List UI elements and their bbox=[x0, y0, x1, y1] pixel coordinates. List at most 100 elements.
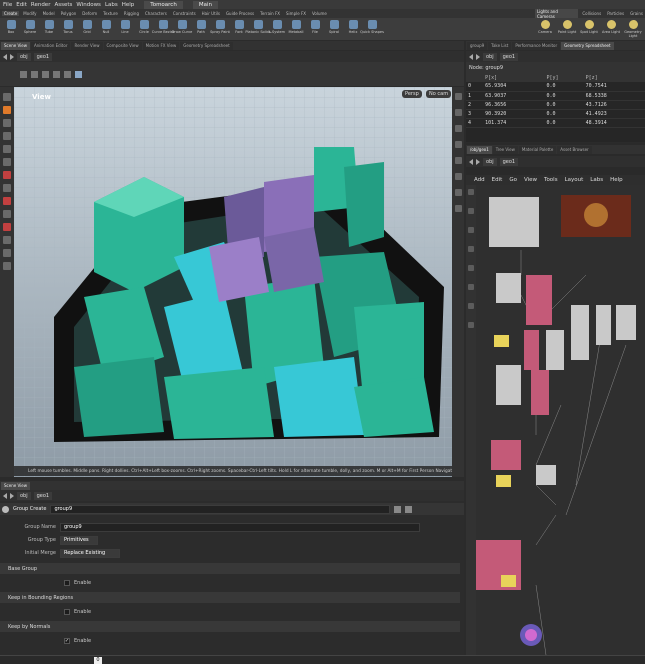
group-name-field[interactable]: group9 bbox=[60, 522, 420, 532]
shelf-tool-quick-shapes[interactable]: Quick Shapes bbox=[360, 20, 384, 34]
select-mode-icon[interactable] bbox=[31, 70, 38, 78]
shelf-tool-file[interactable]: File bbox=[306, 20, 324, 34]
shelf-tool-draw-curve[interactable]: Draw Curve bbox=[172, 20, 192, 34]
pose-tool-icon[interactable] bbox=[3, 184, 11, 192]
section-base-group[interactable]: Base Group bbox=[0, 563, 460, 574]
snap-icon[interactable] bbox=[20, 70, 27, 78]
tab-performance-monitor[interactable]: Performance Monitor bbox=[512, 41, 561, 50]
display-toggle-icon[interactable] bbox=[454, 93, 462, 100]
path-obj[interactable]: obj bbox=[17, 491, 31, 500]
shelf-tab-simple-fx[interactable]: Simple FX bbox=[284, 11, 308, 16]
section-keep-bounding[interactable]: Keep in Bounding Regions bbox=[0, 592, 460, 603]
shelf-tool-geometry-light[interactable]: Geometry Light bbox=[623, 20, 643, 38]
back-arrow-icon[interactable] bbox=[3, 492, 7, 499]
path-obj[interactable]: obj bbox=[17, 52, 31, 61]
bypass-icon[interactable] bbox=[468, 227, 474, 233]
shelf-tool-spiral[interactable]: Spiral bbox=[325, 20, 343, 34]
shelf-tab-deform[interactable]: Deform bbox=[80, 11, 99, 16]
path-geo[interactable]: geo1 bbox=[33, 52, 53, 61]
network-menu-edit[interactable]: Edit bbox=[492, 177, 503, 183]
orient-tool-icon[interactable] bbox=[3, 236, 11, 244]
frame-indicator[interactable]: 0 bbox=[94, 657, 102, 664]
brush-tool-icon[interactable] bbox=[3, 210, 11, 218]
tab-material-palette[interactable]: Material Palette bbox=[518, 145, 557, 154]
node-box[interactable] bbox=[536, 465, 556, 485]
shelf-tab-lights-and-cameras[interactable]: Lights and Cameras bbox=[535, 8, 579, 19]
select-tool-icon[interactable] bbox=[3, 93, 11, 101]
network-menu-add[interactable]: Add bbox=[474, 177, 485, 183]
forward-arrow-icon[interactable] bbox=[476, 53, 480, 60]
initial-merge-select[interactable]: Replace Existing bbox=[60, 548, 120, 558]
back-arrow-icon[interactable] bbox=[469, 53, 473, 60]
shelf-tab-polygon[interactable]: Polygon bbox=[59, 11, 79, 16]
path-geo[interactable]: geo1 bbox=[499, 157, 519, 166]
display-node-icon[interactable] bbox=[468, 284, 474, 290]
shelf-tab-terrain-fx[interactable]: Terrain FX bbox=[258, 11, 282, 16]
path-geo[interactable]: geo1 bbox=[33, 491, 53, 500]
shelf-tool-area-light[interactable]: Area Light bbox=[601, 20, 621, 38]
tab-take-list[interactable]: Take List bbox=[488, 41, 512, 50]
3d-viewport[interactable]: View Persp No cam bbox=[14, 87, 452, 477]
shading-icon[interactable] bbox=[454, 109, 462, 116]
shelf-tool-sphere[interactable]: Sphere bbox=[21, 20, 39, 34]
node-box[interactable] bbox=[596, 305, 611, 345]
network-canvas[interactable] bbox=[476, 185, 645, 656]
ghost-icon[interactable] bbox=[454, 141, 462, 148]
guides-icon[interactable] bbox=[454, 173, 462, 180]
menu-assets[interactable]: Assets bbox=[54, 2, 72, 8]
network-menu-labs[interactable]: Labs bbox=[590, 177, 603, 183]
menu-help[interactable]: Help bbox=[122, 2, 135, 8]
points-icon[interactable] bbox=[42, 70, 49, 78]
base-group-enable-checkbox[interactable] bbox=[64, 580, 70, 586]
snap-grid-icon[interactable] bbox=[3, 197, 11, 205]
shelf-tool-point-light[interactable]: Point Light bbox=[557, 20, 577, 38]
grid-tool-icon[interactable] bbox=[3, 249, 11, 257]
tab-animation-editor[interactable]: Animation Editor bbox=[30, 41, 71, 50]
shelf-tool-spot-light[interactable]: Spot Light bbox=[579, 20, 599, 38]
shelf-tool-metaball[interactable]: Metaball bbox=[287, 20, 305, 34]
menu-edit[interactable]: Edit bbox=[16, 2, 27, 8]
section-keep-normals[interactable]: Keep by Normals bbox=[0, 621, 460, 632]
tab-scene-view[interactable]: Scene View bbox=[1, 481, 30, 490]
persp-menu[interactable]: Persp bbox=[402, 90, 422, 98]
tab-group9[interactable]: group9 bbox=[467, 41, 488, 50]
shelf-tab-volume[interactable]: Volume bbox=[310, 11, 329, 16]
shelf-tool-box[interactable]: Box bbox=[2, 20, 20, 34]
shelf-tab-grains[interactable]: Grains bbox=[628, 11, 645, 16]
shelf-tab-characters[interactable]: Characters bbox=[143, 11, 169, 16]
tab-geometry-spreadsheet[interactable]: Geometry Spreadsheet bbox=[180, 41, 233, 50]
shelf-tool-grid[interactable]: Grid bbox=[78, 20, 96, 34]
shelf-tool-l-system[interactable]: L-System bbox=[268, 20, 286, 34]
tab-tree-view[interactable]: Tree View bbox=[492, 145, 518, 154]
column-header[interactable]: P[z] bbox=[583, 73, 645, 82]
build-selector[interactable]: Main bbox=[192, 0, 218, 9]
normals-enable-checkbox[interactable]: ✓ bbox=[64, 638, 70, 644]
lock-node-icon[interactable] bbox=[468, 265, 474, 271]
shelf-tab-constraints[interactable]: Constraints bbox=[171, 11, 198, 16]
tab-motion-fx-view[interactable]: Motion FX View bbox=[142, 41, 180, 50]
path-obj[interactable]: obj bbox=[483, 52, 497, 61]
tab-render-view[interactable]: Render View bbox=[71, 41, 103, 50]
desktop-selector[interactable]: Tomoarch bbox=[144, 0, 183, 9]
shelf-tab-collisions[interactable]: Collisions bbox=[580, 11, 603, 16]
shelf-tool-torus[interactable]: Torus bbox=[59, 20, 77, 34]
forward-arrow-icon[interactable] bbox=[10, 492, 14, 499]
group-type-select[interactable]: Primitives bbox=[60, 535, 98, 545]
comment-icon[interactable] bbox=[468, 322, 474, 328]
node-box[interactable] bbox=[496, 273, 521, 303]
display-options-icon[interactable] bbox=[75, 70, 82, 78]
shelf-tool-camera[interactable]: Camera bbox=[535, 20, 555, 38]
shelf-tool-tube[interactable]: Tube bbox=[40, 20, 58, 34]
edges-icon[interactable] bbox=[53, 70, 60, 78]
menu-windows[interactable]: Windows bbox=[76, 2, 101, 8]
shelf-tab-texture[interactable]: Texture bbox=[101, 11, 120, 16]
node-box[interactable] bbox=[491, 440, 521, 470]
shelf-tool-path[interactable]: Path bbox=[192, 20, 210, 34]
node-box[interactable] bbox=[524, 330, 539, 370]
shelf-tool-platonic-solids[interactable]: Platonic Solids bbox=[245, 20, 271, 34]
prims-icon[interactable] bbox=[64, 70, 71, 78]
shelf-tab-model[interactable]: Model bbox=[41, 11, 57, 16]
shelf-tool-null[interactable]: Null bbox=[97, 20, 115, 34]
flag-icon[interactable] bbox=[468, 208, 474, 214]
shelf-tab-hair-utils[interactable]: Hair Utils bbox=[200, 11, 222, 16]
